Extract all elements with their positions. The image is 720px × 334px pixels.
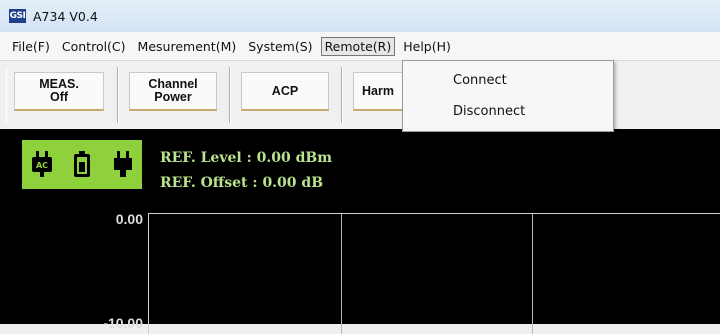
menu-remote[interactable]: Remote(R) (320, 36, 396, 56)
menu-bar: File(F) Control(C) Mesurement(M) System(… (0, 32, 720, 60)
ref-level-readout: REF. Level : 0.00 dBm (160, 150, 333, 166)
app-logo-icon: GSI (9, 9, 26, 23)
battery-icon (74, 151, 90, 177)
y-axis-label: -10.00 (103, 315, 143, 331)
spectrum-display: AC REF. Level : 0.00 dBm REF. Offset : 0… (0, 129, 720, 334)
menu-control[interactable]: Control(C) (58, 37, 130, 56)
acp-button[interactable]: ACP (241, 72, 329, 111)
channel-power-button[interactable]: Channel Power (129, 72, 217, 111)
grid-line (532, 214, 533, 334)
grid-line (341, 214, 342, 334)
menu-file[interactable]: File(F) (8, 37, 54, 56)
title-bar: GSI A734 V0.4 (0, 0, 720, 32)
disconnect-menu-item[interactable]: Disconnect (453, 104, 525, 119)
svg-text:AC: AC (36, 161, 48, 170)
window-title: A734 V0.4 (33, 8, 98, 24)
plug-icon (114, 151, 132, 177)
remote-dropdown-menu: Connect Disconnect (402, 60, 614, 132)
ac-power-icon: AC (32, 151, 52, 177)
menu-help[interactable]: Help(H) (399, 37, 455, 56)
ref-offset-readout: REF. Offset : 0.00 dB (160, 175, 324, 191)
power-status-panel: AC (22, 140, 142, 189)
y-axis-label-top: 0.00 (115, 211, 143, 227)
menu-system[interactable]: System(S) (244, 37, 316, 56)
spectrum-plot-area (148, 213, 720, 334)
meas-off-button[interactable]: MEAS. Off (14, 72, 104, 111)
menu-measurement[interactable]: Mesurement(M) (134, 37, 241, 56)
connect-menu-item[interactable]: Connect (453, 73, 507, 88)
